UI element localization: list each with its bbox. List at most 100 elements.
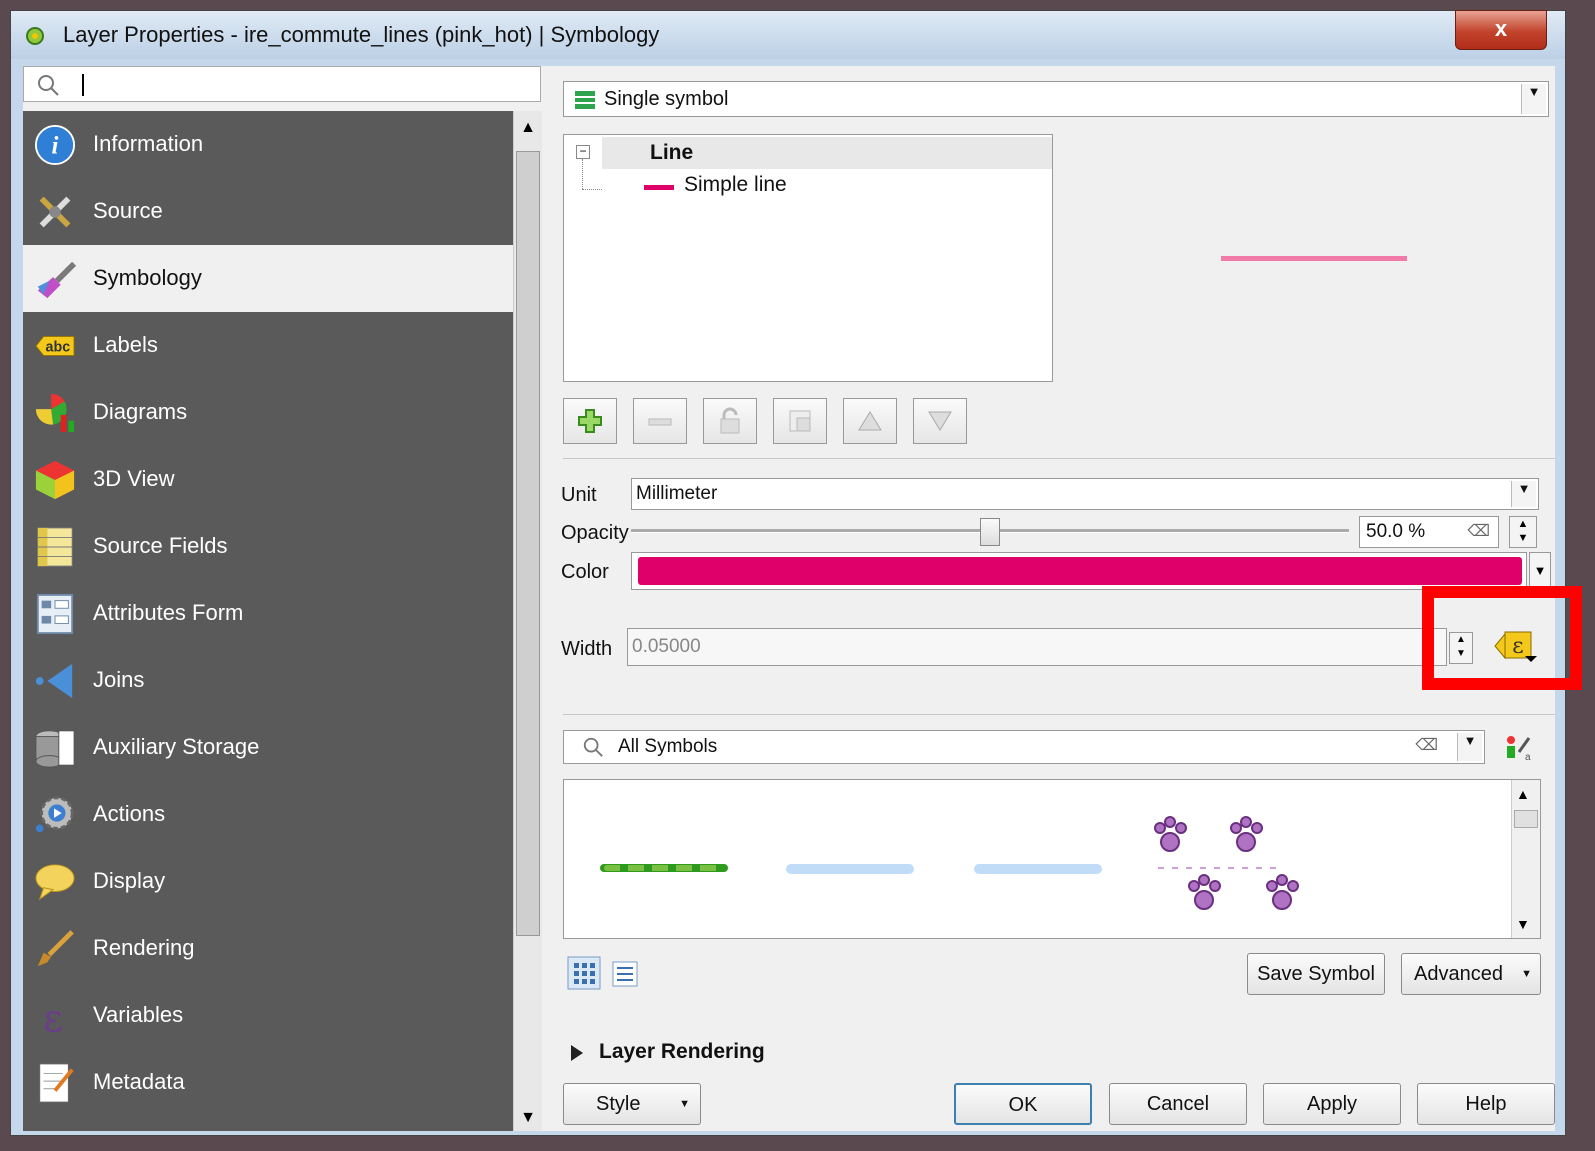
symbol-item[interactable] xyxy=(600,864,728,872)
unit-select[interactable]: Millimeter ▼ xyxy=(631,478,1539,510)
svg-text:i: i xyxy=(52,133,59,160)
chevron-down-icon[interactable]: ▼ xyxy=(1457,733,1482,761)
color-button[interactable] xyxy=(631,552,1527,590)
diagram-icon xyxy=(35,393,75,433)
opacity-spinner[interactable]: ▲ ▼ xyxy=(1509,516,1537,548)
style-button[interactable]: Style ▼ xyxy=(563,1083,701,1125)
tree-row-line[interactable]: Line xyxy=(602,137,1052,169)
sidebar-item-label: Metadata xyxy=(93,1069,185,1094)
symbol-layer-tree: Line − Simple line xyxy=(563,134,1053,382)
scrollbar-thumb[interactable] xyxy=(516,151,540,936)
add-layer-button[interactable] xyxy=(563,398,617,444)
sidebar-item-label: Actions xyxy=(93,801,166,826)
width-input[interactable]: 0.05000 xyxy=(627,628,1447,666)
sidebar-scrollbar[interactable]: ▲ ▼ xyxy=(513,111,542,1131)
fields-icon xyxy=(37,527,73,567)
sidebar-item-label: Display xyxy=(93,868,166,893)
sidebar-item-metadata[interactable]: Metadata xyxy=(23,1049,513,1116)
clear-icon[interactable]: ⌫ xyxy=(1415,735,1438,755)
width-value: 0.05000 xyxy=(632,636,701,657)
qgis-logo-icon xyxy=(26,27,44,45)
symbol-list-scrollbar[interactable]: ▲ ▼ xyxy=(1511,780,1540,938)
symbol-library-list: ▲ ▼ xyxy=(563,779,1541,939)
move-down-button[interactable] xyxy=(913,398,967,444)
sidebar-item-variables[interactable]: ε Variables xyxy=(23,982,513,1049)
chevron-down-icon[interactable]: ▼ xyxy=(1521,84,1546,114)
tree-child-label[interactable]: Simple line xyxy=(684,173,787,197)
width-label: Width xyxy=(561,638,613,660)
cancel-button[interactable]: Cancel xyxy=(1109,1083,1247,1125)
layer-rendering-section[interactable]: Layer Rendering xyxy=(599,1040,765,1064)
paintbrush-icon xyxy=(37,261,77,299)
symbol-item[interactable] xyxy=(786,864,914,874)
layer-properties-window: Layer Properties - ire_commute_lines (pi… xyxy=(10,10,1566,1136)
sidebar-item-actions[interactable]: Actions xyxy=(23,781,513,848)
scroll-up-arrow-icon[interactable]: ▲ xyxy=(518,119,538,139)
gear-icon xyxy=(35,796,74,833)
sidebar-item-source[interactable]: Source xyxy=(23,178,513,245)
sidebar-item-label: Rendering xyxy=(93,935,195,960)
collapse-icon[interactable]: − xyxy=(576,145,590,159)
opacity-input[interactable]: 50.0 % ⌫ xyxy=(1359,516,1499,548)
cube-icon xyxy=(35,460,75,500)
sidebar-item-joins[interactable]: Joins xyxy=(23,647,513,714)
clear-icon[interactable]: ⌫ xyxy=(1467,521,1490,541)
sidebar-item-label: Labels xyxy=(93,332,158,357)
sidebar-item-symbology[interactable]: Symbology xyxy=(23,245,513,312)
sidebar-item-label: 3D View xyxy=(93,466,175,491)
svg-text:abc: abc xyxy=(46,340,71,356)
sidebar-item-attributes-form[interactable]: Attributes Form xyxy=(23,580,513,647)
search-input[interactable] xyxy=(23,66,541,102)
list-view-icon[interactable] xyxy=(611,960,639,988)
opacity-slider-handle[interactable] xyxy=(980,518,1000,546)
ok-button[interactable]: OK xyxy=(954,1083,1092,1125)
scroll-down-arrow-icon[interactable]: ▼ xyxy=(518,1109,538,1129)
paw-print-line-symbol[interactable] xyxy=(1144,814,1304,924)
sidebar-item-auxiliary-storage[interactable]: Auxiliary Storage xyxy=(23,714,513,781)
help-button[interactable]: Help xyxy=(1417,1083,1555,1125)
expand-triangle-icon[interactable] xyxy=(569,1043,585,1063)
close-button[interactable]: x xyxy=(1455,10,1547,50)
sidebar-item-label: Source Fields xyxy=(93,533,228,558)
icon-view-icon[interactable] xyxy=(567,956,601,990)
tree-connector xyxy=(582,159,584,189)
filter-value: All Symbols xyxy=(618,736,718,757)
svg-text:ε: ε xyxy=(43,997,63,1037)
sidebar-item-display[interactable]: Display xyxy=(23,848,513,915)
sidebar-item-diagrams[interactable]: Diagrams xyxy=(23,379,513,446)
sidebar-item-3d-view[interactable]: 3D View xyxy=(23,446,513,513)
brush-icon xyxy=(37,930,74,967)
title-bar[interactable]: Layer Properties - ire_commute_lines (pi… xyxy=(11,10,1565,59)
save-symbol-button[interactable]: Save Symbol xyxy=(1247,953,1385,995)
sidebar-item-label: Auxiliary Storage xyxy=(93,734,260,759)
color-dropdown-icon[interactable]: ▼ xyxy=(1529,552,1551,590)
move-up-button[interactable] xyxy=(843,398,897,444)
lock-layer-button[interactable] xyxy=(703,398,757,444)
info-icon: i xyxy=(34,124,76,166)
symbol-filter-select[interactable]: All Symbols ⌫ ▼ xyxy=(563,730,1485,764)
scrollbar-thumb[interactable] xyxy=(1514,810,1538,828)
chevron-down-icon: ▼ xyxy=(679,1098,690,1110)
chevron-down-icon[interactable]: ▼ xyxy=(1511,481,1536,507)
sidebar-item-information[interactable]: i Information xyxy=(23,111,513,178)
duplicate-layer-button[interactable] xyxy=(773,398,827,444)
sidebar-item-rendering[interactable]: Rendering xyxy=(23,915,513,982)
opacity-label: Opacity xyxy=(561,522,629,544)
tools-icon xyxy=(39,196,71,228)
sidebar-item-label: Attributes Form xyxy=(93,600,244,625)
arrow-down-icon xyxy=(928,411,952,431)
scroll-up-arrow-icon[interactable]: ▲ xyxy=(1516,786,1530,802)
apply-button[interactable]: Apply xyxy=(1263,1083,1401,1125)
renderer-select[interactable]: Single symbol ▼ xyxy=(563,81,1549,117)
scroll-down-arrow-icon[interactable]: ▼ xyxy=(1516,916,1530,932)
sidebar-item-source-fields[interactable]: Source Fields xyxy=(23,513,513,580)
sidebar-item-labels[interactable]: abc Labels xyxy=(23,312,513,379)
advanced-button[interactable]: Advanced ▼ xyxy=(1401,953,1541,995)
lock-icon xyxy=(720,407,740,434)
style-manager-icon[interactable]: a xyxy=(1503,734,1533,762)
minus-icon xyxy=(648,418,672,426)
joins-icon xyxy=(35,663,73,699)
symbol-item[interactable] xyxy=(974,864,1102,874)
remove-layer-button[interactable] xyxy=(633,398,687,444)
tree-root-label: Line xyxy=(650,141,694,164)
